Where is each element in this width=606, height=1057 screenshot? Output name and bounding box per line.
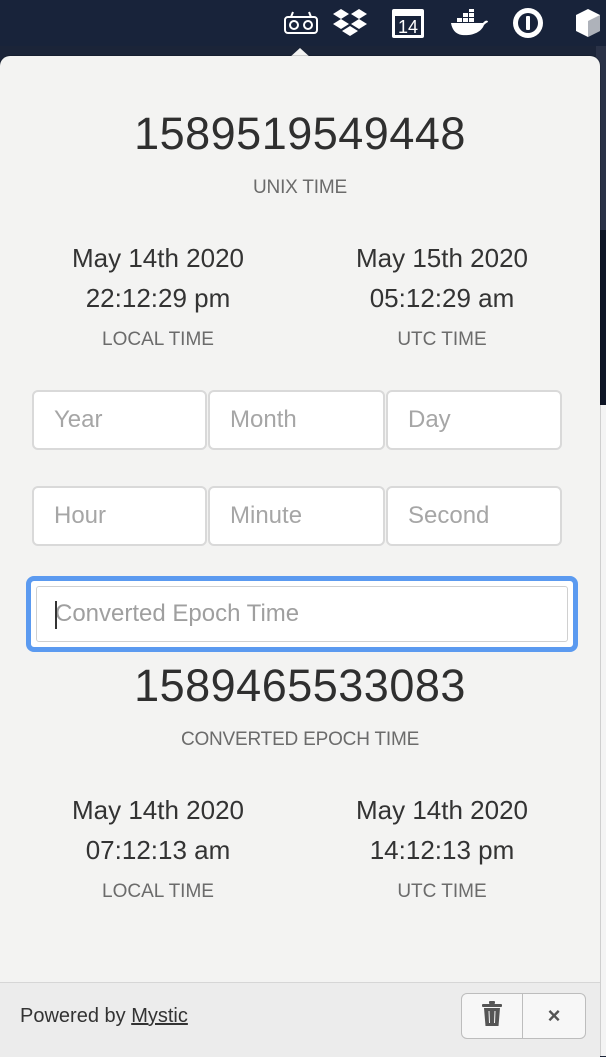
powered-by-text: Powered by [20, 1005, 126, 1027]
clear-button[interactable] [461, 993, 523, 1039]
converted-local-date: May 14th 2020 [71, 795, 244, 825]
converted-epoch-input[interactable] [36, 586, 568, 642]
current-local-label: LOCAL TIME [102, 329, 214, 350]
converted-utc-clock: 14:12:13 pm [369, 835, 515, 865]
docker-icon[interactable] [448, 6, 490, 40]
converted-local-label: LOCAL TIME [102, 881, 214, 902]
panel-footer: Powered by Mystic × [0, 982, 600, 1057]
current-local-clock: 22:12:29 pm [85, 283, 231, 313]
second-input[interactable] [386, 486, 562, 546]
year-input[interactable] [32, 390, 207, 450]
menu-bar: 14 [0, 0, 606, 46]
current-utc-clock: 05:12:29 am [369, 283, 515, 313]
converted-epoch-label: CONVERTED EPOCH TIME [180, 729, 420, 750]
current-local-date: May 14th 2020 [71, 243, 244, 273]
calendar-icon[interactable]: 14 [389, 6, 427, 40]
close-button[interactable]: × [522, 993, 586, 1039]
converted-utc-label: UTC TIME [397, 881, 487, 902]
text-caret [55, 601, 57, 629]
current-local-time: May 14th 2020 22:12:29 pm LOCAL TIME [28, 240, 288, 360]
converted-utc-time: May 14th 2020 14:12:13 pm UTC TIME [312, 792, 572, 912]
day-input[interactable] [386, 390, 562, 450]
converted-local-time: May 14th 2020 07:12:13 am LOCAL TIME [28, 792, 288, 912]
converted-epoch-value: 1589465533083 [134, 660, 466, 711]
trash-icon [481, 1000, 503, 1032]
unix-time-value: 1589519549448 [134, 108, 466, 159]
current-utc-date: May 15th 2020 [355, 243, 528, 273]
month-input[interactable] [208, 390, 385, 450]
current-utc-time: May 15th 2020 05:12:29 am UTC TIME [312, 240, 572, 360]
current-utc-label: UTC TIME [397, 329, 487, 350]
1password-icon[interactable] [509, 6, 547, 40]
unix-time-label: UNIX TIME [253, 177, 347, 198]
box-icon[interactable] [570, 6, 606, 40]
calendar-day: 14 [398, 17, 418, 37]
hour-input[interactable] [32, 486, 207, 546]
mystic-link[interactable]: Mystic [131, 1005, 188, 1027]
minute-input[interactable] [208, 486, 385, 546]
epoch-input-focus-ring [26, 576, 578, 652]
powered-by: Powered by Mystic [20, 1005, 188, 1028]
converted-utc-date: May 14th 2020 [355, 795, 528, 825]
epoch-converter-panel: 1589519549448 UNIX TIME May 14th 2020 22… [0, 56, 600, 1056]
dropbox-icon[interactable] [331, 6, 369, 40]
close-icon: × [547, 1003, 561, 1028]
converted-local-clock: 07:12:13 am [85, 835, 231, 865]
recorder-icon[interactable] [282, 6, 320, 40]
